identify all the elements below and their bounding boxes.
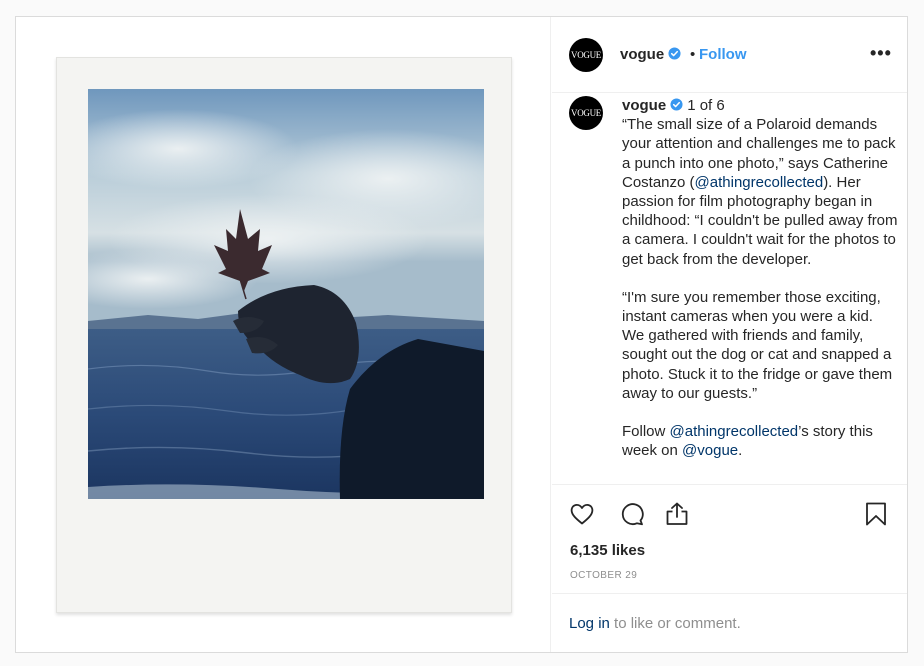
- post-caption: vogue 1 of 6 “The small size of a Polaroi…: [622, 96, 898, 460]
- mention-link[interactable]: @vogue: [682, 442, 738, 459]
- carousel-counter: 1 of 6: [687, 97, 725, 114]
- login-prompt: Log in to like or comment.: [552, 593, 907, 652]
- caption-text: Follow: [622, 423, 670, 441]
- avatar[interactable]: VOGUE: [569, 38, 603, 72]
- mention-link[interactable]: @athingrecollected: [695, 174, 824, 191]
- caption-paragraph-1: vogue 1 of 6 “The small size of a Polaroi…: [622, 96, 898, 269]
- verified-icon: [668, 47, 681, 60]
- caption-avatar[interactable]: VOGUE: [569, 96, 603, 130]
- bookmark-icon[interactable]: [863, 501, 889, 527]
- heart-icon[interactable]: [569, 501, 595, 527]
- like-count[interactable]: 6,135 likes: [570, 542, 645, 559]
- comment-icon[interactable]: [619, 501, 645, 527]
- polaroid-frame: [56, 57, 512, 613]
- post-username[interactable]: vogue: [620, 46, 681, 63]
- post-sidebar: VOGUE vogue • Follow ••• VOGUE vogue 1 of…: [552, 17, 907, 652]
- login-prompt-text: Log in to like or comment.: [569, 615, 741, 632]
- more-options-icon[interactable]: •••: [870, 43, 892, 64]
- header-separator: •: [690, 46, 696, 63]
- post-header: VOGUE vogue • Follow •••: [552, 17, 907, 93]
- login-prompt-rest: to like or comment.: [609, 615, 741, 632]
- post-card: VOGUE vogue • Follow ••• VOGUE vogue 1 of…: [15, 16, 908, 653]
- photo-image: [88, 89, 484, 499]
- comments-section[interactable]: VOGUE vogue 1 of 6 “The small size of a P…: [552, 94, 907, 483]
- caption-text: .: [738, 442, 743, 460]
- post-username-text[interactable]: vogue: [620, 46, 664, 63]
- login-link[interactable]: Log in: [569, 615, 610, 632]
- verified-icon: [670, 98, 683, 111]
- share-icon[interactable]: [664, 501, 690, 527]
- mention-link[interactable]: @athingrecollected: [670, 423, 799, 440]
- post-date[interactable]: OCTOBER 29: [570, 570, 637, 581]
- caption-username[interactable]: vogue: [622, 97, 666, 114]
- post-media[interactable]: [16, 17, 551, 652]
- caption-paragraph-3: Follow @athingrecollected’s story this w…: [622, 422, 898, 460]
- post-actions: 6,135 likes OCTOBER 29: [552, 484, 907, 592]
- post-photo: [88, 89, 484, 499]
- caption-paragraph-2: “I'm sure you remember those exciting, i…: [622, 288, 897, 402]
- follow-button[interactable]: Follow: [699, 46, 747, 63]
